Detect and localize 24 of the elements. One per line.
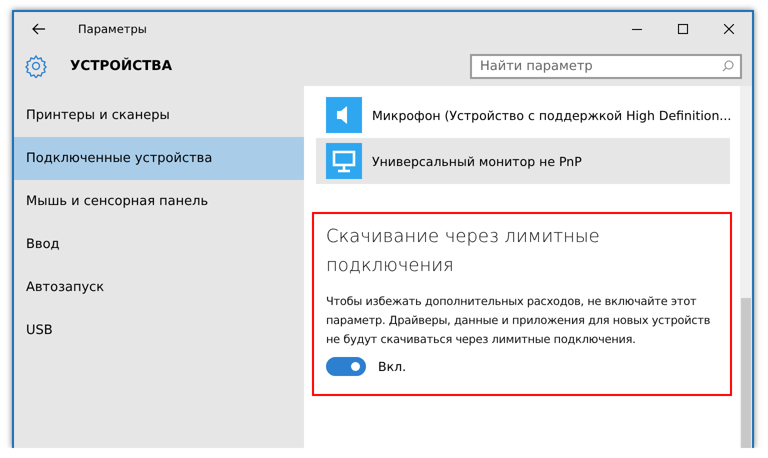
sidebar-item[interactable]: Подключенные устройства xyxy=(14,137,304,180)
sidebar-item[interactable]: Мышь и сенсорная панель xyxy=(14,180,304,223)
maximize-icon[interactable] xyxy=(678,24,688,34)
back-arrow-icon[interactable] xyxy=(32,23,46,35)
close-icon[interactable] xyxy=(724,24,734,34)
sidebar-item[interactable]: Ввод xyxy=(14,223,304,266)
sidebar-item[interactable]: Принтеры и сканеры xyxy=(14,94,304,137)
page-title: УСТРОЙСТВА xyxy=(70,58,174,74)
search-icon xyxy=(722,60,734,72)
sidebar-item[interactable]: USB xyxy=(14,309,304,352)
monitor-icon xyxy=(326,143,362,179)
scrollbar[interactable] xyxy=(740,86,752,448)
toggle-switch[interactable] xyxy=(326,357,366,376)
section-heading: Скачивание через лимитные подключения xyxy=(326,225,601,278)
sidebar-item[interactable]: Автозапуск xyxy=(14,266,304,309)
window-title: Параметры xyxy=(78,22,148,36)
description-text: Чтобы избежать дополнительных расходов, не включайте этот параметр. Драйверы, данные и приложения для новых устройств не будут скачиваться через лимитные подключения. xyxy=(326,294,712,348)
device-item[interactable]: Универсальный монитор не PnP xyxy=(316,138,730,184)
speaker-icon xyxy=(326,97,362,133)
minimize-icon[interactable] xyxy=(632,28,642,30)
toggle-label: Вкл. xyxy=(378,359,406,374)
device-item[interactable]: Микрофон (Устройство с поддержкой High Definition... xyxy=(316,92,730,138)
settings-icon xyxy=(24,54,48,78)
search-field[interactable]: Найти параметр xyxy=(470,54,742,78)
